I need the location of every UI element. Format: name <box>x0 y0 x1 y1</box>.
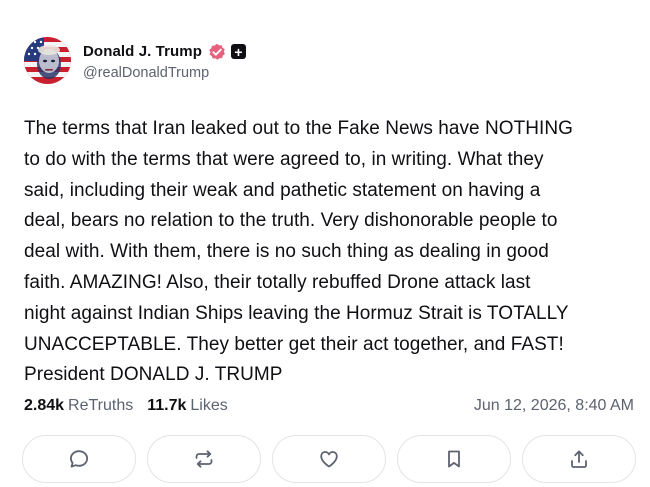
share-icon <box>571 450 587 468</box>
bookmark-icon <box>448 450 460 468</box>
share-button[interactable] <box>522 435 636 483</box>
post-text: The terms that Iran leaked out to the Fa… <box>24 118 573 386</box>
like-button[interactable] <box>272 435 386 483</box>
truth-post: Donald J. Trump + @realDonaldTrump The t… <box>0 0 650 487</box>
verified-badge-icon <box>208 43 226 61</box>
action-bar <box>22 435 636 483</box>
flag-portrait-avatar-icon <box>24 37 71 84</box>
like-icon <box>320 451 338 468</box>
retruths-label: ReTruths <box>68 397 134 414</box>
likes-stat[interactable]: 11.7k Likes <box>147 397 228 415</box>
display-name[interactable]: Donald J. Trump <box>83 43 202 60</box>
user-handle[interactable]: @realDonaldTrump <box>83 65 246 81</box>
post-header: Donald J. Trump + @realDonaldTrump <box>24 37 247 84</box>
likes-count: 11.7k <box>147 397 187 414</box>
avatar[interactable] <box>24 37 71 84</box>
retruth-button[interactable] <box>147 435 261 483</box>
likes-label: Likes <box>190 397 228 414</box>
name-row: Donald J. Trump + <box>83 41 247 63</box>
reply-icon <box>70 450 88 468</box>
bookmark-button[interactable] <box>397 435 511 483</box>
post-stats: 2.84k ReTruths 11.7k Likes Jun 12, 2026, 8… <box>24 397 634 415</box>
retruths-stat[interactable]: 2.84k ReTruths <box>24 397 133 415</box>
plus-badge-icon: + <box>231 44 247 59</box>
retruths-count: 2.84k <box>24 397 65 414</box>
post-timestamp[interactable]: Jun 12, 2026, 8:40 AM <box>474 397 634 415</box>
retruth-icon <box>195 450 213 468</box>
author-identity: Donald J. Trump + @realDonaldTrump <box>83 41 247 81</box>
reply-button[interactable] <box>22 435 136 483</box>
